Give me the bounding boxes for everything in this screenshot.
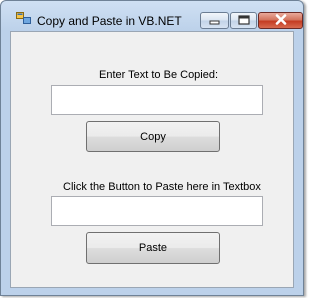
title-bar[interactable]: Copy and Paste in VB.NET	[1, 1, 303, 31]
copy-button[interactable]: Copy	[86, 121, 220, 152]
paste-textbox[interactable]	[51, 196, 263, 226]
paste-button[interactable]: Paste	[86, 232, 220, 264]
close-icon	[275, 12, 287, 30]
maximize-button[interactable]	[230, 12, 257, 29]
copy-label: Enter Text to Be Copied:	[99, 69, 219, 81]
maximize-icon	[237, 12, 250, 30]
form-client-area: Enter Text to Be Copied: Copy Click the …	[10, 31, 294, 288]
copy-button-label: Copy	[140, 130, 166, 143]
paste-label: Click the Button to Paste here in Textbo…	[63, 181, 261, 193]
close-button[interactable]	[258, 12, 303, 29]
copy-textbox[interactable]	[51, 85, 263, 115]
app-window: Copy and Paste in VB.NET Enter Text to B…	[0, 0, 304, 296]
minimize-button[interactable]	[200, 12, 229, 29]
paste-button-label: Paste	[138, 242, 168, 254]
form-icon	[16, 12, 32, 26]
minimize-icon	[209, 12, 220, 30]
window-title: Copy and Paste in VB.NET	[37, 14, 182, 28]
